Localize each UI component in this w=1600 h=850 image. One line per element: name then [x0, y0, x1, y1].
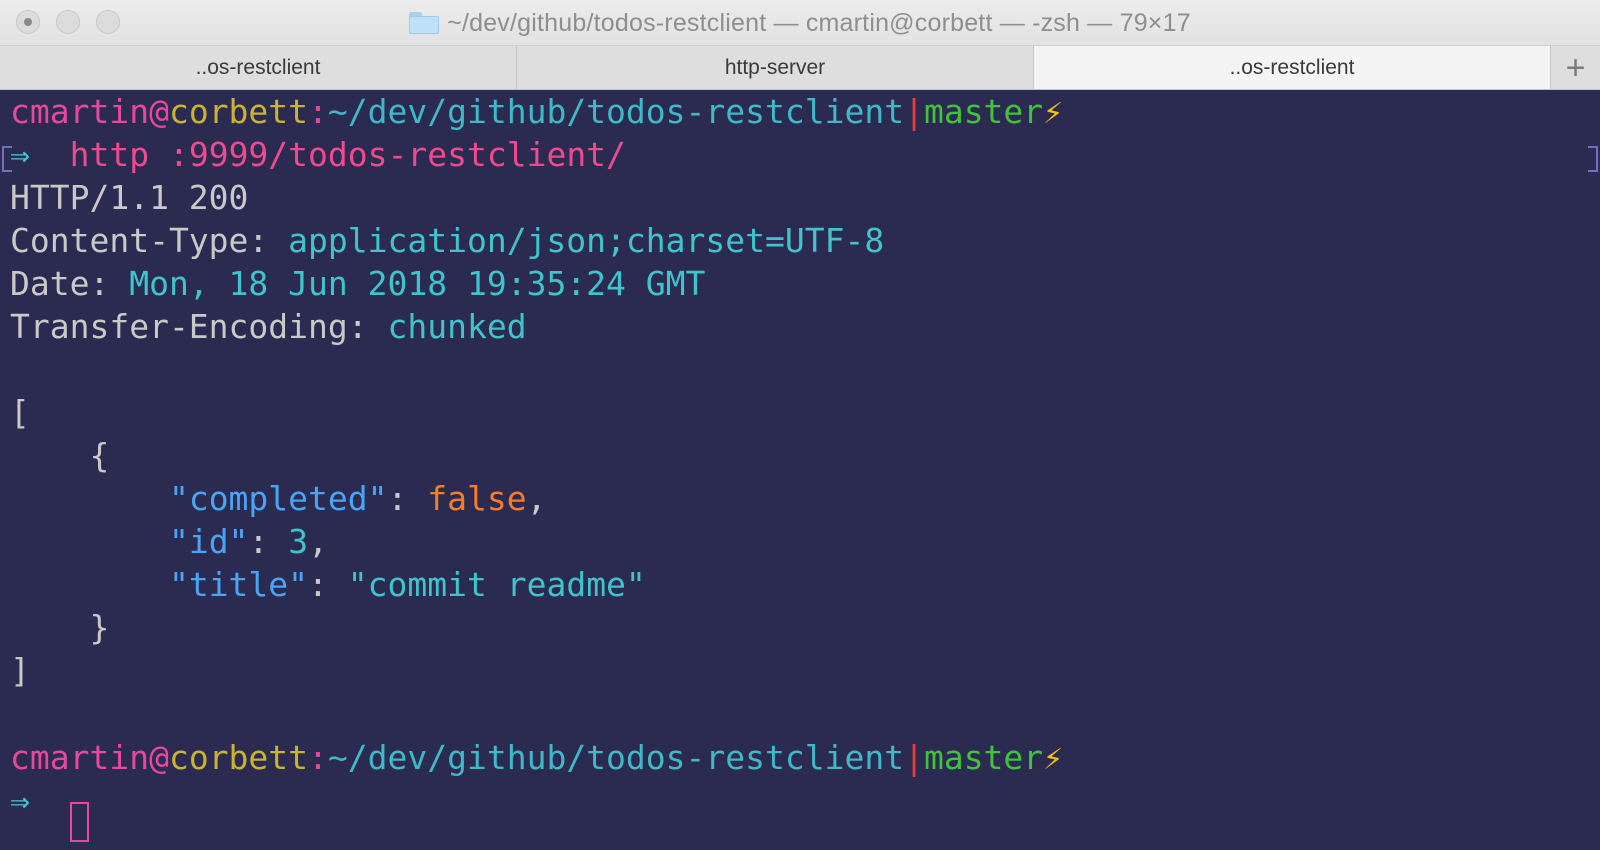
window-title-group: ~/dev/github/todos-restclient — cmartin@… [0, 0, 1600, 46]
prompt-user: cmartin [10, 738, 150, 777]
prompt-host: corbett [168, 738, 309, 777]
prompt-arrow-icon: ⇒ [10, 781, 30, 820]
text-cursor [70, 802, 89, 842]
title-bar[interactable]: ~/dev/github/todos-restclient — cmartin@… [0, 0, 1600, 46]
prompt-user: cmartin [10, 92, 150, 131]
json-key: "completed" [168, 479, 388, 518]
json-key: "title" [168, 565, 309, 604]
terminal-content[interactable]: cmartin@corbett:~/dev/github/todos-restc… [0, 90, 1600, 850]
tab-todos-restclient-active[interactable]: ..os-restclient [1034, 46, 1551, 89]
json-field-completed: "completed": false, [168, 479, 547, 518]
header-value: Mon, 18 Jun 2018 19:35:24 GMT [129, 264, 706, 303]
new-tab-button[interactable]: + [1551, 46, 1600, 89]
prompt-line: cmartin@corbett:~/dev/github/todos-restc… [10, 736, 1063, 780]
json-open-brace: { [89, 436, 110, 475]
json-field-title: "title": "commit readme" [168, 565, 646, 604]
command-line: ⇒ http :9999/todos-restclient/ [10, 133, 626, 177]
plus-icon: + [1565, 48, 1586, 87]
command-text: http :9999/todos-restclient/ [69, 135, 626, 174]
json-close-bracket: ] [10, 651, 30, 690]
header-name: Transfer-Encoding: [10, 307, 368, 346]
tab-bar: ..os-restclient http-server ..os-restcli… [0, 46, 1600, 90]
tab-todos-restclient-1[interactable]: ..os-restclient [0, 46, 517, 89]
tab-http-server[interactable]: http-server [517, 46, 1034, 89]
json-open-bracket: [ [10, 393, 30, 432]
prompt-pipe: | [904, 92, 924, 131]
json-key: "id" [168, 522, 249, 561]
mark-bracket-right [1588, 146, 1598, 172]
prompt-at: @ [149, 92, 169, 131]
window-title: ~/dev/github/todos-restclient — cmartin@… [447, 8, 1191, 37]
header-line: Date: Mon, 18 Jun 2018 19:35:24 GMT [10, 262, 705, 306]
json-value: false [427, 479, 527, 518]
prompt-host: corbett [168, 92, 309, 131]
json-value: "commit readme" [347, 565, 646, 604]
lightning-bolt-icon: ⚡ [1043, 738, 1064, 777]
header-value: chunked [387, 307, 527, 346]
header-value: application/json;charset=UTF-8 [288, 221, 885, 260]
json-close-brace: } [89, 608, 110, 647]
json-value: 3 [288, 522, 309, 561]
folder-icon[interactable] [409, 12, 440, 34]
terminal-window: ~/dev/github/todos-restclient — cmartin@… [0, 0, 1600, 850]
prompt-path: ~/dev/github/todos-restclient [327, 92, 905, 131]
mark-bracket-left [2, 146, 12, 172]
json-field-id: "id": 3, [168, 522, 328, 561]
input-line[interactable]: ⇒ [10, 779, 30, 823]
prompt-colon: : [308, 92, 328, 131]
prompt-line: cmartin@corbett:~/dev/github/todos-restc… [10, 90, 1063, 134]
prompt-path: ~/dev/github/todos-restclient [327, 738, 905, 777]
prompt-arrow-icon: ⇒ [10, 135, 30, 174]
prompt-at: @ [149, 738, 169, 777]
prompt-branch: master [923, 738, 1044, 777]
lightning-bolt-icon: ⚡ [1043, 92, 1064, 131]
http-status: HTTP/1.1 200 [10, 178, 249, 217]
header-name: Content-Type: [10, 221, 269, 260]
header-line: Transfer-Encoding: chunked [10, 305, 527, 349]
prompt-branch: master [923, 92, 1044, 131]
status-line: HTTP/1.1 200 [10, 176, 248, 220]
prompt-pipe: | [904, 738, 924, 777]
header-line: Content-Type: application/json;charset=U… [10, 219, 884, 263]
prompt-colon: : [308, 738, 328, 777]
header-name: Date: [10, 264, 110, 303]
